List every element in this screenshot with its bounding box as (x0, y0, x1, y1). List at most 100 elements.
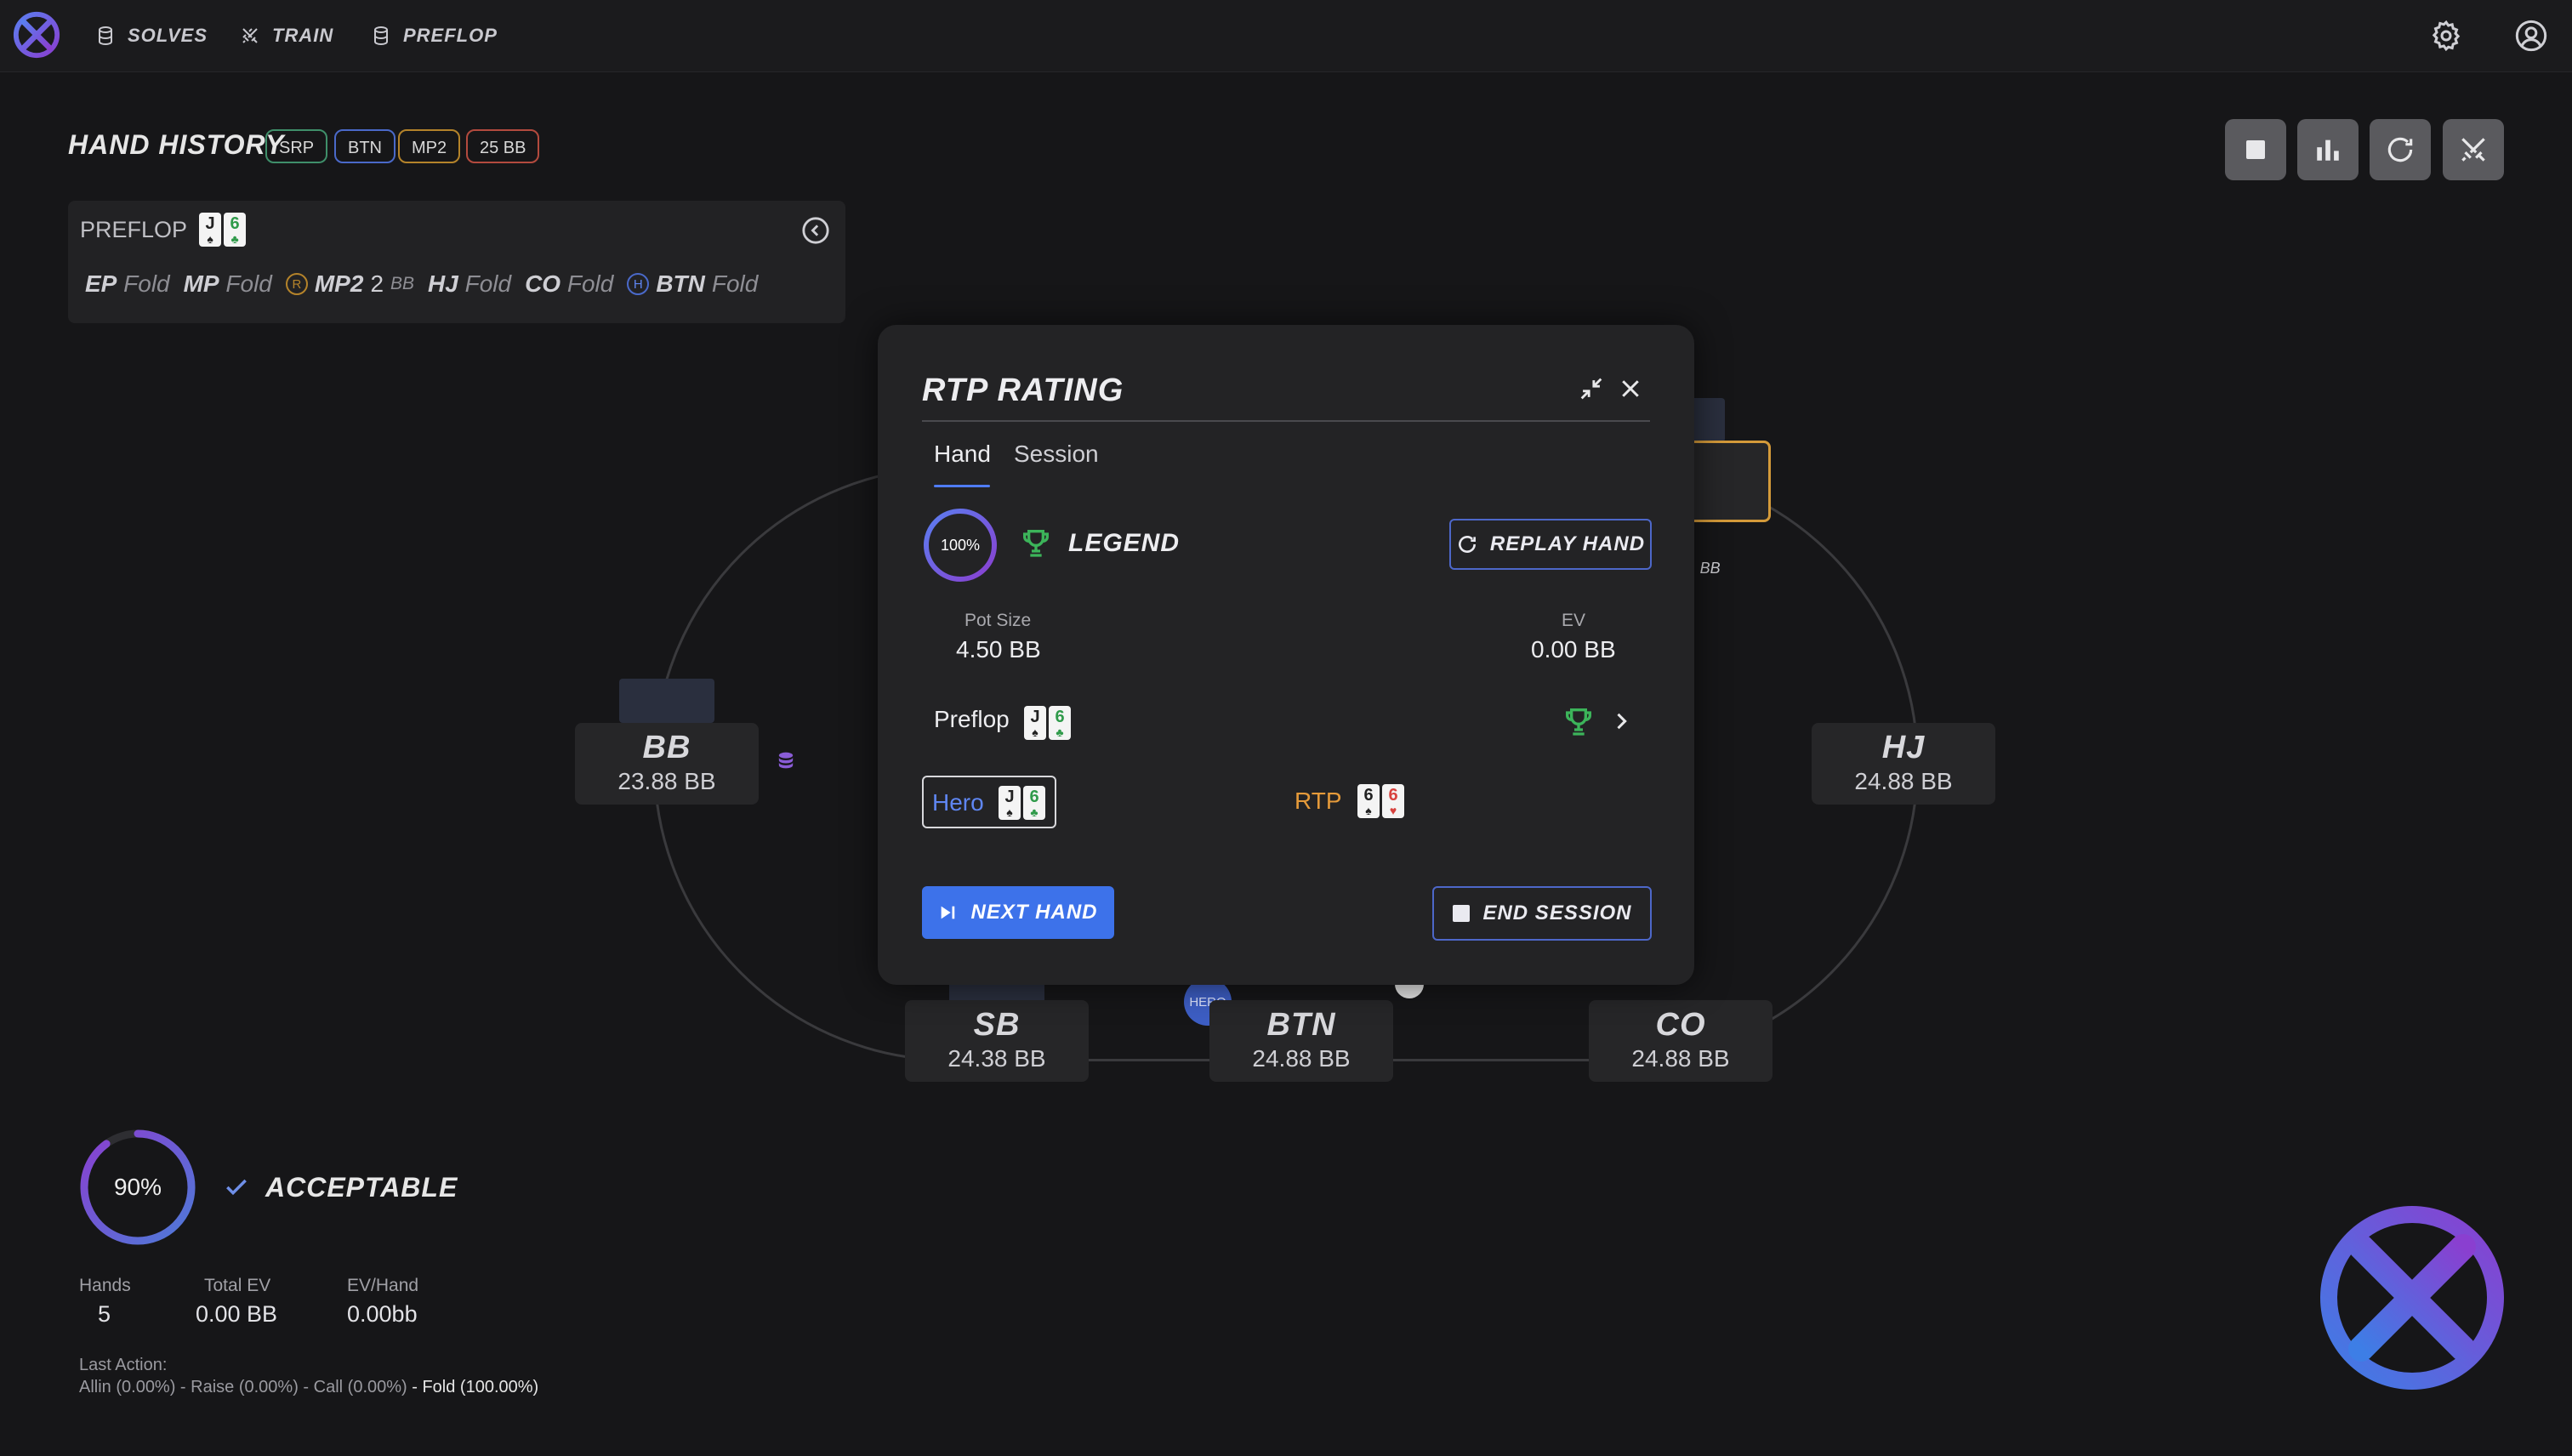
action-item: MP Fold (183, 270, 272, 297)
tag-stack-depth: 25 BB (466, 129, 540, 163)
active-tab-indicator (934, 485, 990, 487)
rtp-label: RTP (1295, 788, 1342, 814)
street-row-label: Preflop (934, 706, 1010, 732)
seat-name: HJ (1881, 730, 1926, 765)
gear-icon[interactable] (2429, 19, 2463, 53)
stop-icon (2246, 140, 2265, 159)
modal-title: RTP RATING (922, 373, 1124, 408)
seat-hj[interactable]: HJ 24.88 BB (1812, 723, 1995, 805)
hands-value: 5 (98, 1301, 111, 1327)
playing-card: 6 ♠ (1357, 784, 1380, 818)
close-icon[interactable] (1618, 376, 1643, 401)
seat-name: SB (973, 1007, 1021, 1043)
action-item: HJ Fold (428, 270, 512, 297)
trophy-icon (1023, 530, 1049, 557)
hands-label: Hands (79, 1276, 131, 1295)
action-item: R MP2 2 BB (285, 270, 414, 298)
next-hand-label: NEXT HAND (970, 901, 1098, 924)
seat-btn-hero[interactable]: BTN 24.88 BB (1209, 1000, 1393, 1082)
action-item: CO Fold (525, 270, 614, 297)
end-session-label: END SESSION (1482, 901, 1632, 924)
end-session-button[interactable]: END SESSION (1432, 886, 1652, 941)
trophy-icon (1566, 708, 1591, 736)
hand-rating-label: LEGEND (1068, 529, 1181, 557)
playing-card: J ♠ (1024, 706, 1046, 740)
nav-train-label: TRAIN (272, 25, 334, 46)
action-item: H BTN Fold (627, 270, 758, 298)
pot-size-label: Pot Size (964, 611, 1032, 630)
seat-stack: 24.88 BB (1854, 768, 1953, 794)
hero-cards: J ♠ 6 ♣ (999, 786, 1045, 820)
tag-villain-position: MP2 (398, 129, 461, 163)
stop-button[interactable] (2225, 119, 2286, 180)
seat-stack: 24.88 BB (1252, 1045, 1351, 1072)
preflop-action-list: EP Fold MP Fold R MP2 2 BB HJ Fold CO Fol… (85, 270, 758, 298)
refresh-icon (1459, 536, 1476, 553)
ev-per-hand-value: 0.00bb (347, 1301, 418, 1327)
train-mode-button[interactable] (2443, 119, 2504, 180)
last-action-detail: Allin (0.00%) - Raise (0.00%) - Call (0.… (79, 1378, 539, 1396)
seat-sb[interactable]: SB 24.38 BB (905, 1000, 1089, 1082)
playing-card: J ♠ (199, 213, 222, 247)
hero-label: Hero (932, 789, 984, 816)
playing-card: 6 ♣ (1023, 786, 1045, 820)
app-logo-icon[interactable] (12, 10, 61, 60)
ev-value: 0.00 BB (1531, 636, 1616, 663)
seat-co[interactable]: CO 24.88 BB (1589, 1000, 1773, 1082)
session-score-value: 90% (113, 1174, 162, 1200)
skip-next-icon (942, 906, 955, 919)
seat-bb[interactable]: BB 23.88 BB (575, 723, 759, 805)
user-account-icon[interactable] (2514, 19, 2548, 53)
seat-hole-cards-facedown (619, 679, 714, 723)
next-hand-button[interactable]: NEXT HAND (922, 886, 1114, 939)
bar-chart-icon (2317, 139, 2339, 161)
total-ev-label: Total EV (204, 1276, 271, 1295)
playing-card: 6 ♥ (1382, 784, 1404, 818)
replay-hand-label: REPLAY HAND (1489, 532, 1646, 555)
modal-divider (922, 420, 1650, 422)
rtp-cards: 6 ♠ 6 ♥ (1357, 784, 1404, 818)
nav-preflop-label: PREFLOP (403, 25, 498, 46)
tab-hand[interactable]: Hand (934, 441, 991, 468)
seat-stack: 24.38 BB (947, 1045, 1046, 1072)
stats-button[interactable] (2297, 119, 2359, 180)
minimize-icon[interactable] (1577, 374, 1606, 403)
hero-badge: H (627, 273, 650, 295)
database-icon (99, 26, 112, 46)
ev-per-hand-label: EV/Hand (347, 1276, 419, 1295)
rtp-rating-modal: RTP RATING Hand Session 100% LEGEND REPL… (878, 325, 1694, 985)
tag-hero-position: BTN (334, 129, 395, 163)
chevron-right-icon[interactable] (1609, 709, 1633, 733)
ev-label: EV (1562, 611, 1586, 630)
tag-pot-type: SRP (265, 129, 328, 163)
playing-card: 6 ♣ (224, 213, 247, 247)
action-item: EP Fold (85, 270, 170, 297)
raiser-badge: R (285, 273, 308, 295)
seat-stack: 23.88 BB (617, 768, 716, 794)
top-navigation: SOLVES TRAIN PREFLOP (0, 0, 2572, 72)
seat-name: BB (642, 730, 691, 765)
hand-score-value: 100% (940, 536, 981, 554)
brand-logo-icon (2320, 1206, 2504, 1390)
preflop-history-panel: PREFLOP J ♠ 6 ♣ EP Fold MP Fold R MP2 2 BB … (68, 201, 845, 323)
nav-train[interactable]: TRAIN (240, 17, 333, 54)
hero-hole-cards: J ♠ 6 ♣ (199, 213, 247, 247)
playing-card: 6 ♣ (1049, 706, 1071, 740)
hero-hand-box: Hero J ♠ 6 ♣ (922, 776, 1056, 828)
nav-solves[interactable]: SOLVES (95, 17, 208, 54)
replay-hand-button[interactable]: REPLAY HAND (1449, 519, 1652, 570)
last-action-label: Last Action: (79, 1356, 168, 1374)
total-ev-value: 0.00 BB (196, 1301, 278, 1327)
seat-name: BTN (1266, 1007, 1336, 1043)
reload-button[interactable] (2370, 119, 2431, 180)
database-icon (374, 26, 388, 46)
tab-session[interactable]: Session (1014, 441, 1099, 468)
refresh-icon (2387, 137, 2413, 162)
session-rating-label: ACCEPTABLE (265, 1172, 458, 1203)
nav-preflop[interactable]: PREFLOP (371, 17, 498, 54)
checkmark-icon (226, 1179, 247, 1196)
stop-icon (1453, 905, 1471, 922)
playing-card: J ♠ (999, 786, 1021, 820)
collapse-back-icon[interactable] (801, 216, 830, 245)
seat-stack: 24.88 BB (1631, 1045, 1730, 1072)
